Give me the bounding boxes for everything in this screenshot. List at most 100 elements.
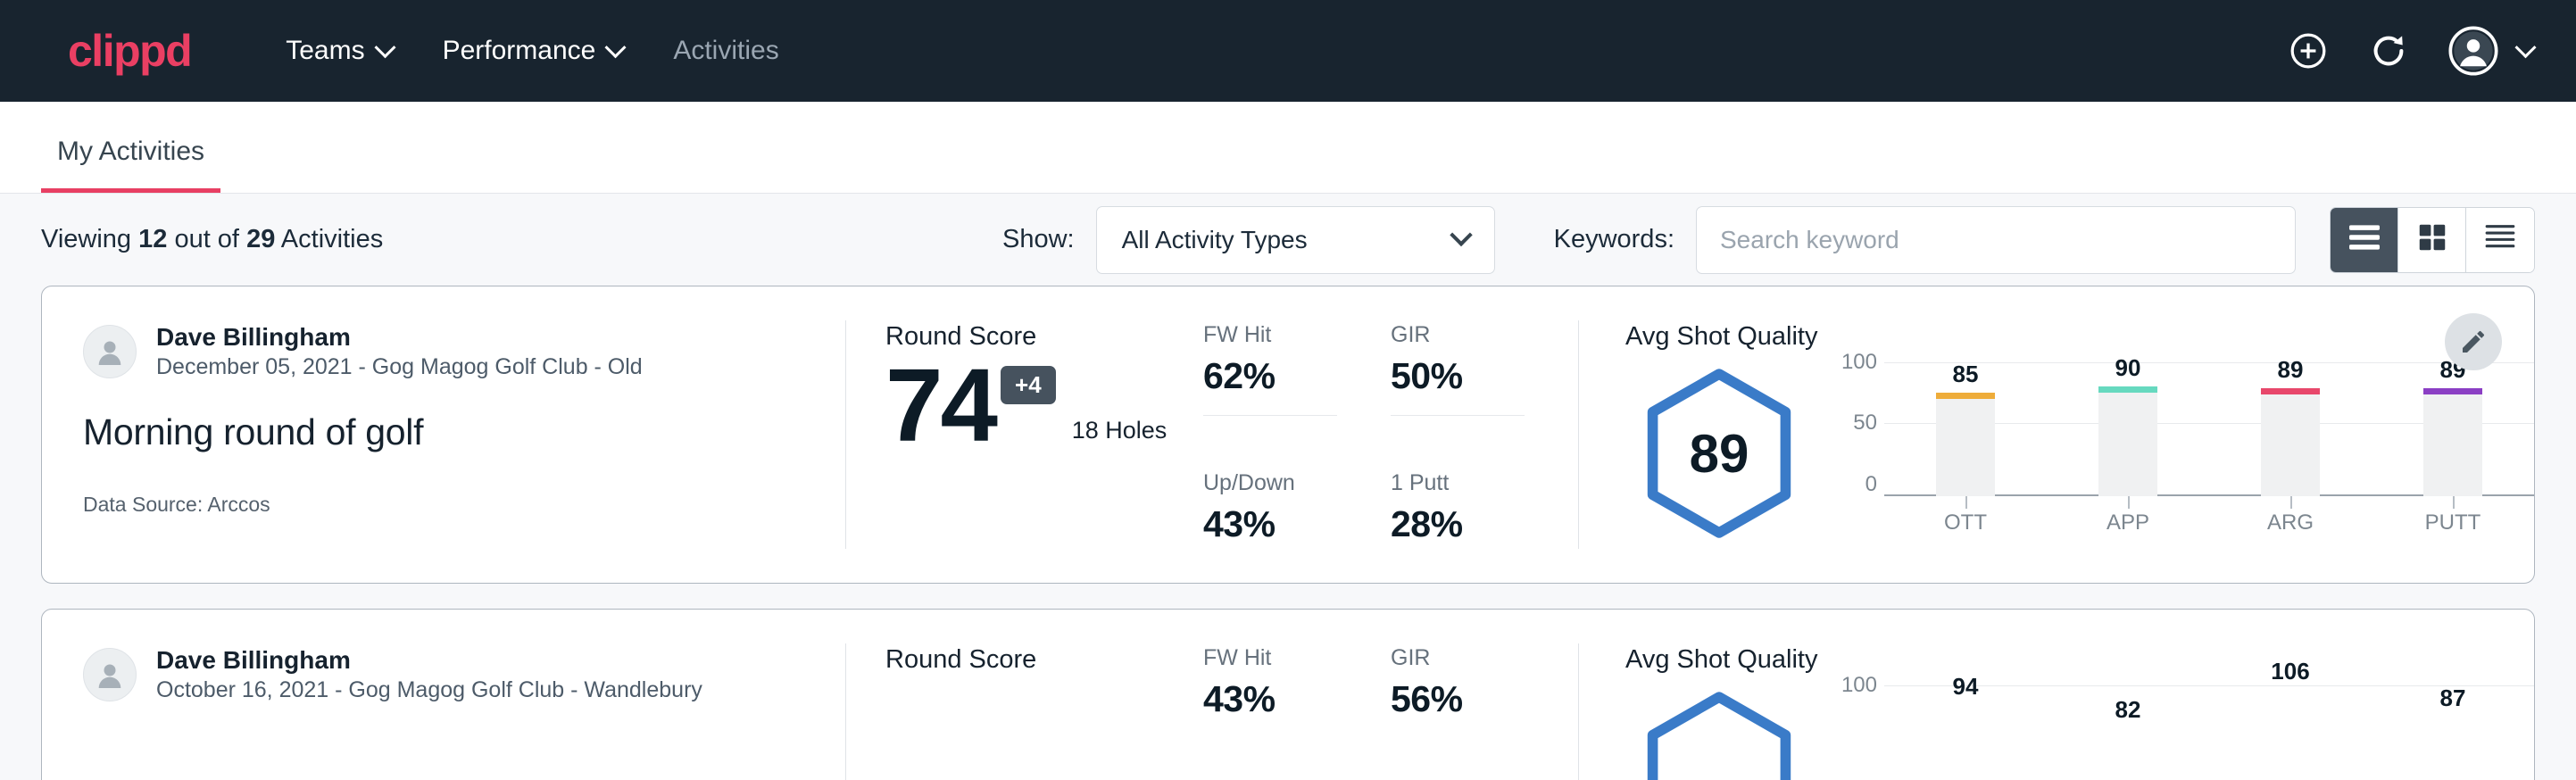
round-score-label: Round Score xyxy=(885,645,1203,675)
pencil-icon xyxy=(2459,328,2488,356)
activity-card-list: Dave Billingham December 05, 2021 - Gog … xyxy=(0,286,2576,780)
avatar xyxy=(83,648,137,701)
viewing-summary: Viewing 12 out of 29 Activities xyxy=(41,225,383,254)
shot-quality-bar-chart: 100 50 0 xyxy=(1813,362,2534,535)
refresh-icon[interactable] xyxy=(2368,30,2409,71)
chart-plot-area: 85 90 xyxy=(1884,362,2534,496)
activity-type-select[interactable]: All Activity Types xyxy=(1096,206,1495,274)
primary-nav: Teams Performance Activities xyxy=(261,27,803,75)
stat-value: 62% xyxy=(1203,355,1391,397)
viewing-mid: out of xyxy=(174,225,239,253)
list-bars-icon xyxy=(2346,222,2383,257)
bar-value: 94 xyxy=(1953,673,1979,701)
view-mode-toggle-group xyxy=(2330,207,2535,273)
edit-activity-button[interactable] xyxy=(2445,313,2502,370)
filter-controls: Show: All Activity Types Keywords: xyxy=(1002,206,2535,274)
avatar xyxy=(83,325,137,378)
stat-divider xyxy=(1391,415,1525,416)
score-over-par-badge: +4 xyxy=(1001,366,1056,404)
bar-value: 90 xyxy=(2115,354,2141,382)
activity-card[interactable]: Dave Billingham December 05, 2021 - Gog … xyxy=(41,286,2535,584)
chart-y-axis: 100 50 0 xyxy=(1829,362,1884,496)
shot-quality-body: 89 100 50 0 xyxy=(1625,362,2534,541)
viewing-total: 29 xyxy=(246,225,275,253)
stat-fw-hit: FW Hit 62% xyxy=(1203,322,1391,470)
activity-summary-column: Dave Billingham October 16, 2021 - Gog M… xyxy=(42,610,845,780)
chart-bar-arg: 89 xyxy=(2209,362,2372,496)
chevron-down-icon xyxy=(374,37,395,58)
round-score-value-row: 74 +4 18 Holes xyxy=(885,353,1203,457)
stat-gir: GIR 56% xyxy=(1391,645,1578,780)
player-name: Dave Billingham xyxy=(156,645,702,675)
stat-label: 1 Putt xyxy=(1391,470,1578,496)
bar-cap xyxy=(2423,388,2482,394)
stat-value: 43% xyxy=(1203,503,1391,545)
nav-item-performance[interactable]: Performance xyxy=(418,27,649,75)
shot-quality-hexagon xyxy=(1625,685,1813,780)
chart-bar-app: 82 xyxy=(2047,685,2209,780)
activity-card[interactable]: Dave Billingham October 16, 2021 - Gog M… xyxy=(41,609,2535,780)
stat-label: FW Hit xyxy=(1203,645,1391,671)
shot-quality-column: Avg Shot Quality 100 xyxy=(1579,610,2534,780)
round-stats-grid: FW Hit 62% GIR 50% Up/Down 43% 1 Putt 28… xyxy=(1203,286,1578,583)
grid-view-button[interactable] xyxy=(2398,208,2466,272)
nav-item-label: Activities xyxy=(673,36,778,66)
app-logo[interactable]: clippd xyxy=(68,29,191,73)
search-input[interactable] xyxy=(1696,206,2296,274)
bar-value: 87 xyxy=(2440,685,2466,712)
activity-summary-column: Dave Billingham December 05, 2021 - Gog … xyxy=(42,286,845,583)
nav-item-teams[interactable]: Teams xyxy=(261,27,417,75)
stat-value: 28% xyxy=(1391,503,1578,545)
list-compact-view-button[interactable] xyxy=(2331,208,2398,272)
shot-quality-body: 100 94 xyxy=(1625,685,2534,780)
stat-value: 56% xyxy=(1391,678,1578,720)
avg-shot-quality-label: Avg Shot Quality xyxy=(1625,322,2534,352)
x-label: OTT xyxy=(1884,510,2047,535)
x-tick xyxy=(1965,496,1967,509)
tab-bar: My Activities xyxy=(0,102,2576,194)
chart-bars: 94 82 xyxy=(1884,685,2534,780)
stat-one-putt: 1 Putt 28% xyxy=(1391,470,1578,584)
stat-value: 43% xyxy=(1203,678,1391,720)
stat-value: 50% xyxy=(1391,355,1578,397)
y-tick: 0 xyxy=(1866,472,1877,497)
nav-item-activities[interactable]: Activities xyxy=(648,27,803,75)
stat-divider xyxy=(1203,415,1337,416)
bar-cap xyxy=(2098,386,2157,393)
top-navigation-bar: clippd Teams Performance Activities xyxy=(0,0,2576,102)
round-score-column: Round Score 74 +4 18 Holes xyxy=(846,286,1203,583)
tab-label: My Activities xyxy=(57,137,204,166)
round-score-column: Round Score +0 xyxy=(846,610,1203,780)
top-bar-actions xyxy=(2288,26,2533,76)
activity-meta: October 16, 2021 - Gog Magog Golf Club -… xyxy=(156,676,702,704)
shot-quality-value: 89 xyxy=(1690,423,1749,485)
account-icon xyxy=(2448,26,2498,76)
stat-label: Up/Down xyxy=(1203,470,1391,496)
bar-cap xyxy=(1936,393,1995,399)
x-tick xyxy=(2290,496,2292,509)
x-label: PUTT xyxy=(2372,510,2534,535)
tab-my-activities[interactable]: My Activities xyxy=(41,137,220,193)
list-detail-view-button[interactable] xyxy=(2466,208,2534,272)
add-icon[interactable] xyxy=(2288,30,2329,71)
holes-played: 18 Holes xyxy=(1072,417,1168,444)
chevron-down-icon xyxy=(605,37,627,58)
keywords-label: Keywords: xyxy=(1554,225,1674,254)
hexagon-icon xyxy=(1637,689,1801,780)
chart-bars: 85 90 xyxy=(1884,362,2534,496)
x-label: ARG xyxy=(2209,510,2372,535)
bar-value: 106 xyxy=(2271,658,2309,685)
avg-shot-quality-label: Avg Shot Quality xyxy=(1625,645,2534,675)
viewing-suffix: Activities xyxy=(281,225,383,253)
stat-label: GIR xyxy=(1391,322,1578,348)
bar-value: 85 xyxy=(1953,361,1979,388)
bar-cap xyxy=(2261,388,2320,394)
stat-label: FW Hit xyxy=(1203,322,1391,348)
shot-quality-hexagon: 89 xyxy=(1625,362,1813,541)
x-tick xyxy=(2128,496,2130,509)
activity-type-value: All Activity Types xyxy=(1122,226,1308,254)
nav-item-label: Teams xyxy=(286,36,364,66)
bar-value: 89 xyxy=(2278,356,2304,384)
grid-squares-icon xyxy=(2415,220,2449,259)
account-menu[interactable] xyxy=(2448,26,2533,76)
